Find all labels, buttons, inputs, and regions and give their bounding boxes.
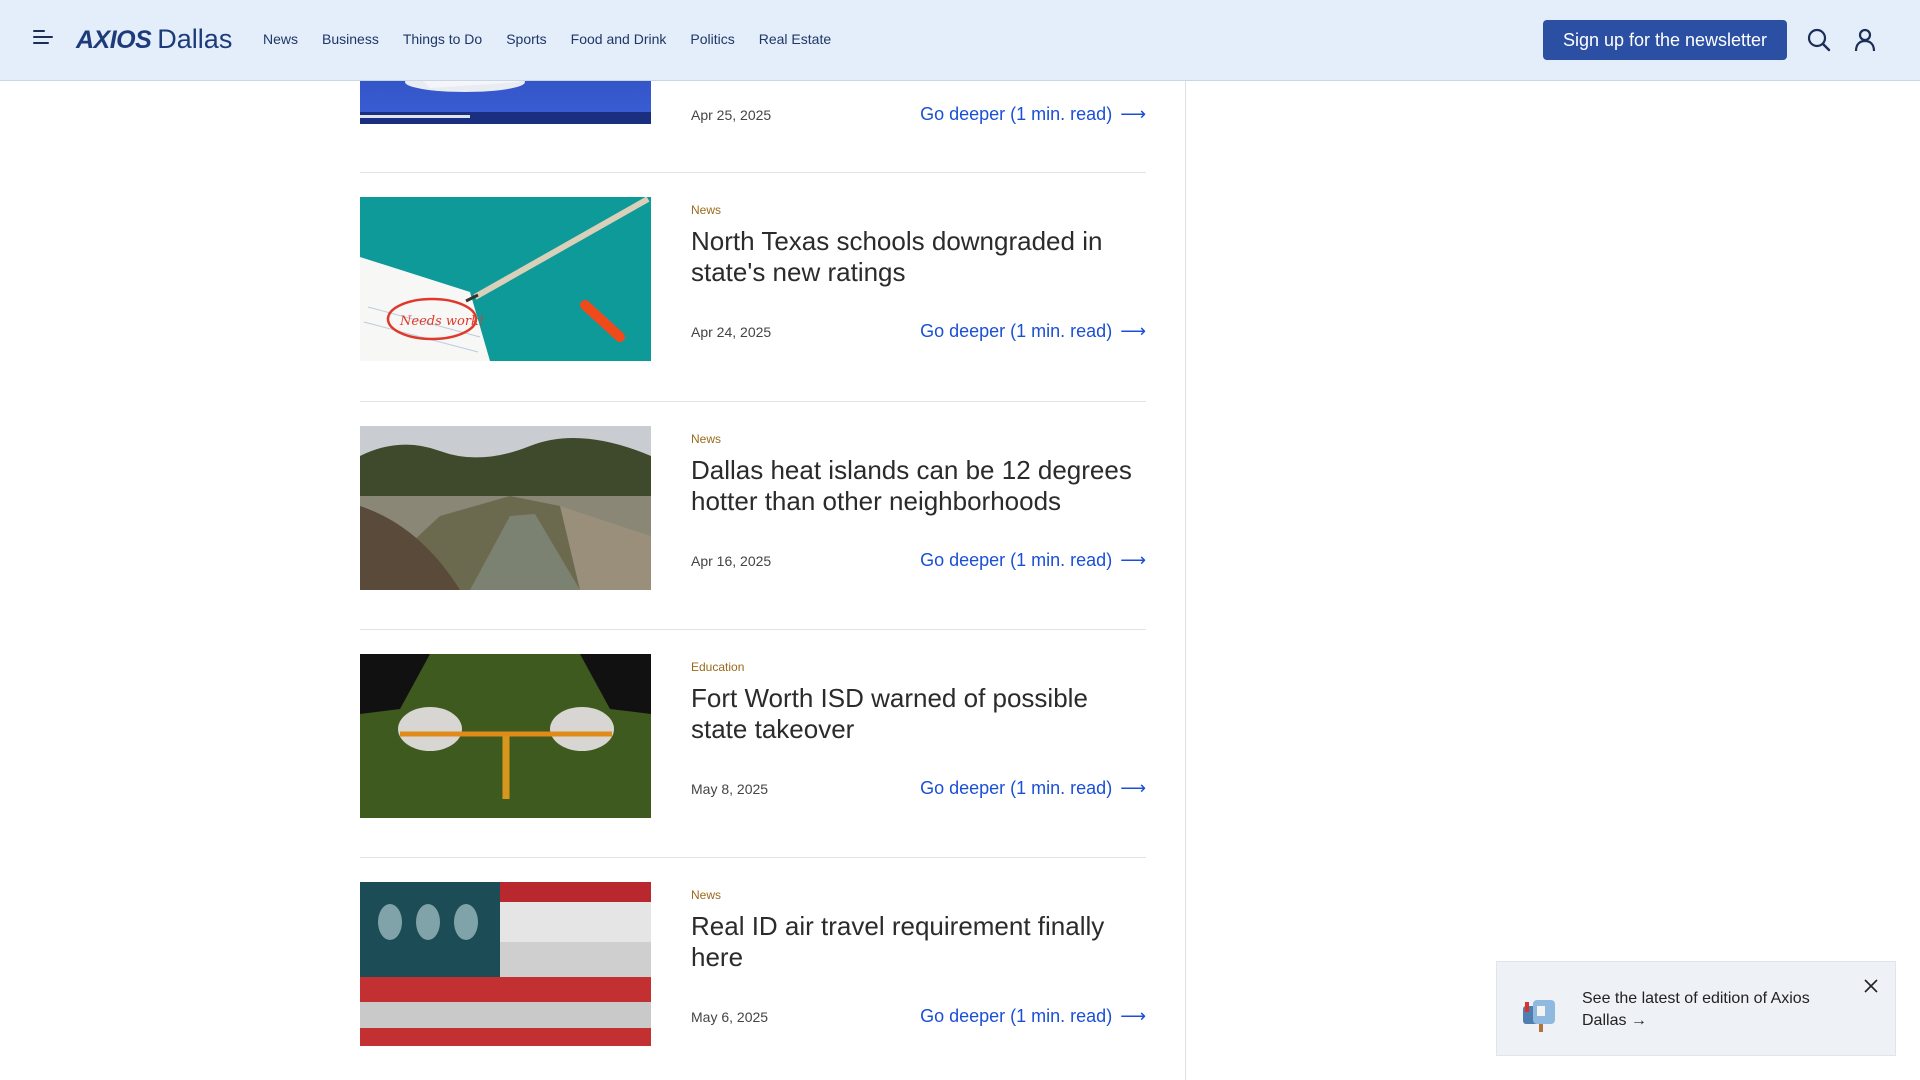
site-header: AXIOS Dallas News Business Things to Do … bbox=[0, 0, 1920, 81]
go-deeper-label: Go deeper (1 min. read) bbox=[920, 550, 1113, 570]
svg-text:Needs work!: Needs work! bbox=[399, 314, 484, 329]
article-text: Education Fort Worth ISD warned of possi… bbox=[691, 654, 1146, 745]
go-deeper-link[interactable]: Go deeper (1 min. read) ⟶ bbox=[920, 321, 1146, 342]
article-category[interactable]: Education bbox=[691, 660, 1146, 674]
latest-edition-popup: See the latest of edition of Axios Dalla… bbox=[1496, 961, 1896, 1056]
article-headline[interactable]: Fort Worth ISD warned of possible state … bbox=[691, 683, 1146, 745]
article-category[interactable]: News bbox=[691, 432, 1146, 446]
popup-message[interactable]: See the latest of edition of Axios Dalla… bbox=[1582, 988, 1842, 1032]
divider bbox=[360, 629, 1146, 630]
divider bbox=[360, 857, 1146, 858]
mailbox-icon bbox=[1519, 992, 1559, 1032]
article-headline[interactable]: Real ID air travel requirement finally h… bbox=[691, 911, 1146, 973]
site-logo[interactable]: AXIOS Dallas bbox=[76, 24, 232, 55]
arrow-right-icon: ⟶ bbox=[1120, 321, 1146, 341]
user-icon[interactable] bbox=[1852, 27, 1878, 53]
nav-politics[interactable]: Politics bbox=[690, 31, 734, 47]
article-thumbnail[interactable] bbox=[360, 654, 651, 818]
nav-sports[interactable]: Sports bbox=[506, 31, 546, 47]
go-deeper-label: Go deeper (1 min. read) bbox=[920, 321, 1113, 341]
newsletter-signup-button[interactable]: Sign up for the newsletter bbox=[1543, 20, 1787, 60]
article-headline[interactable]: Dallas heat islands can be 12 degrees ho… bbox=[691, 455, 1146, 517]
go-deeper-label: Go deeper (1 min. read) bbox=[920, 104, 1113, 124]
arrow-right-icon: ⟶ bbox=[1120, 1006, 1146, 1026]
article-date: May 6, 2025 bbox=[691, 1008, 769, 1025]
go-deeper-link[interactable]: Go deeper (1 min. read) ⟶ bbox=[920, 778, 1146, 799]
nav-things-to-do[interactable]: Things to Do bbox=[403, 31, 482, 47]
nav-real-estate[interactable]: Real Estate bbox=[759, 31, 831, 47]
article-thumbnail[interactable] bbox=[360, 426, 651, 590]
article-date: Apr 16, 2025 bbox=[691, 552, 772, 569]
article-date: May 8, 2025 bbox=[691, 780, 769, 797]
logo-brand: AXIOS bbox=[76, 26, 152, 54]
article-category[interactable]: News bbox=[691, 203, 1146, 217]
logo-city: Dallas bbox=[157, 24, 233, 54]
article-text: News Real ID air travel requirement fina… bbox=[691, 882, 1146, 973]
arrow-right-icon: ⟶ bbox=[1120, 104, 1146, 124]
go-deeper-link[interactable]: Go deeper (1 min. read) ⟶ bbox=[920, 1006, 1146, 1027]
article-thumbnail[interactable]: Needs work! bbox=[360, 197, 651, 361]
nav-news[interactable]: News bbox=[263, 31, 298, 47]
main-nav: News Business Things to Do Sports Food a… bbox=[263, 31, 855, 47]
article-thumbnail[interactable] bbox=[360, 882, 651, 1046]
go-deeper-label: Go deeper (1 min. read) bbox=[920, 778, 1113, 798]
article-text: News Dallas heat islands can be 12 degre… bbox=[691, 426, 1146, 517]
close-icon[interactable] bbox=[1863, 978, 1879, 994]
menu-icon[interactable] bbox=[33, 30, 55, 50]
article-date: Apr 25, 2025 bbox=[691, 106, 772, 123]
article-headline[interactable]: North Texas schools downgraded in state'… bbox=[691, 226, 1146, 288]
article-text: News North Texas schools downgraded in s… bbox=[691, 197, 1146, 288]
go-deeper-link[interactable]: Go deeper (1 min. read) ⟶ bbox=[920, 550, 1146, 571]
go-deeper-link[interactable]: Go deeper (1 min. read) ⟶ bbox=[920, 104, 1146, 125]
nav-food-and-drink[interactable]: Food and Drink bbox=[571, 31, 667, 47]
nav-business[interactable]: Business bbox=[322, 31, 379, 47]
arrow-right-icon: ⟶ bbox=[1120, 550, 1146, 570]
arrow-right-icon: ⟶ bbox=[1120, 778, 1146, 798]
article-date: Apr 24, 2025 bbox=[691, 323, 772, 340]
divider bbox=[360, 172, 1146, 173]
search-icon[interactable] bbox=[1806, 27, 1832, 53]
divider bbox=[360, 401, 1146, 402]
article-category[interactable]: News bbox=[691, 888, 1146, 902]
column-divider bbox=[1185, 81, 1186, 1080]
go-deeper-label: Go deeper (1 min. read) bbox=[920, 1006, 1113, 1026]
